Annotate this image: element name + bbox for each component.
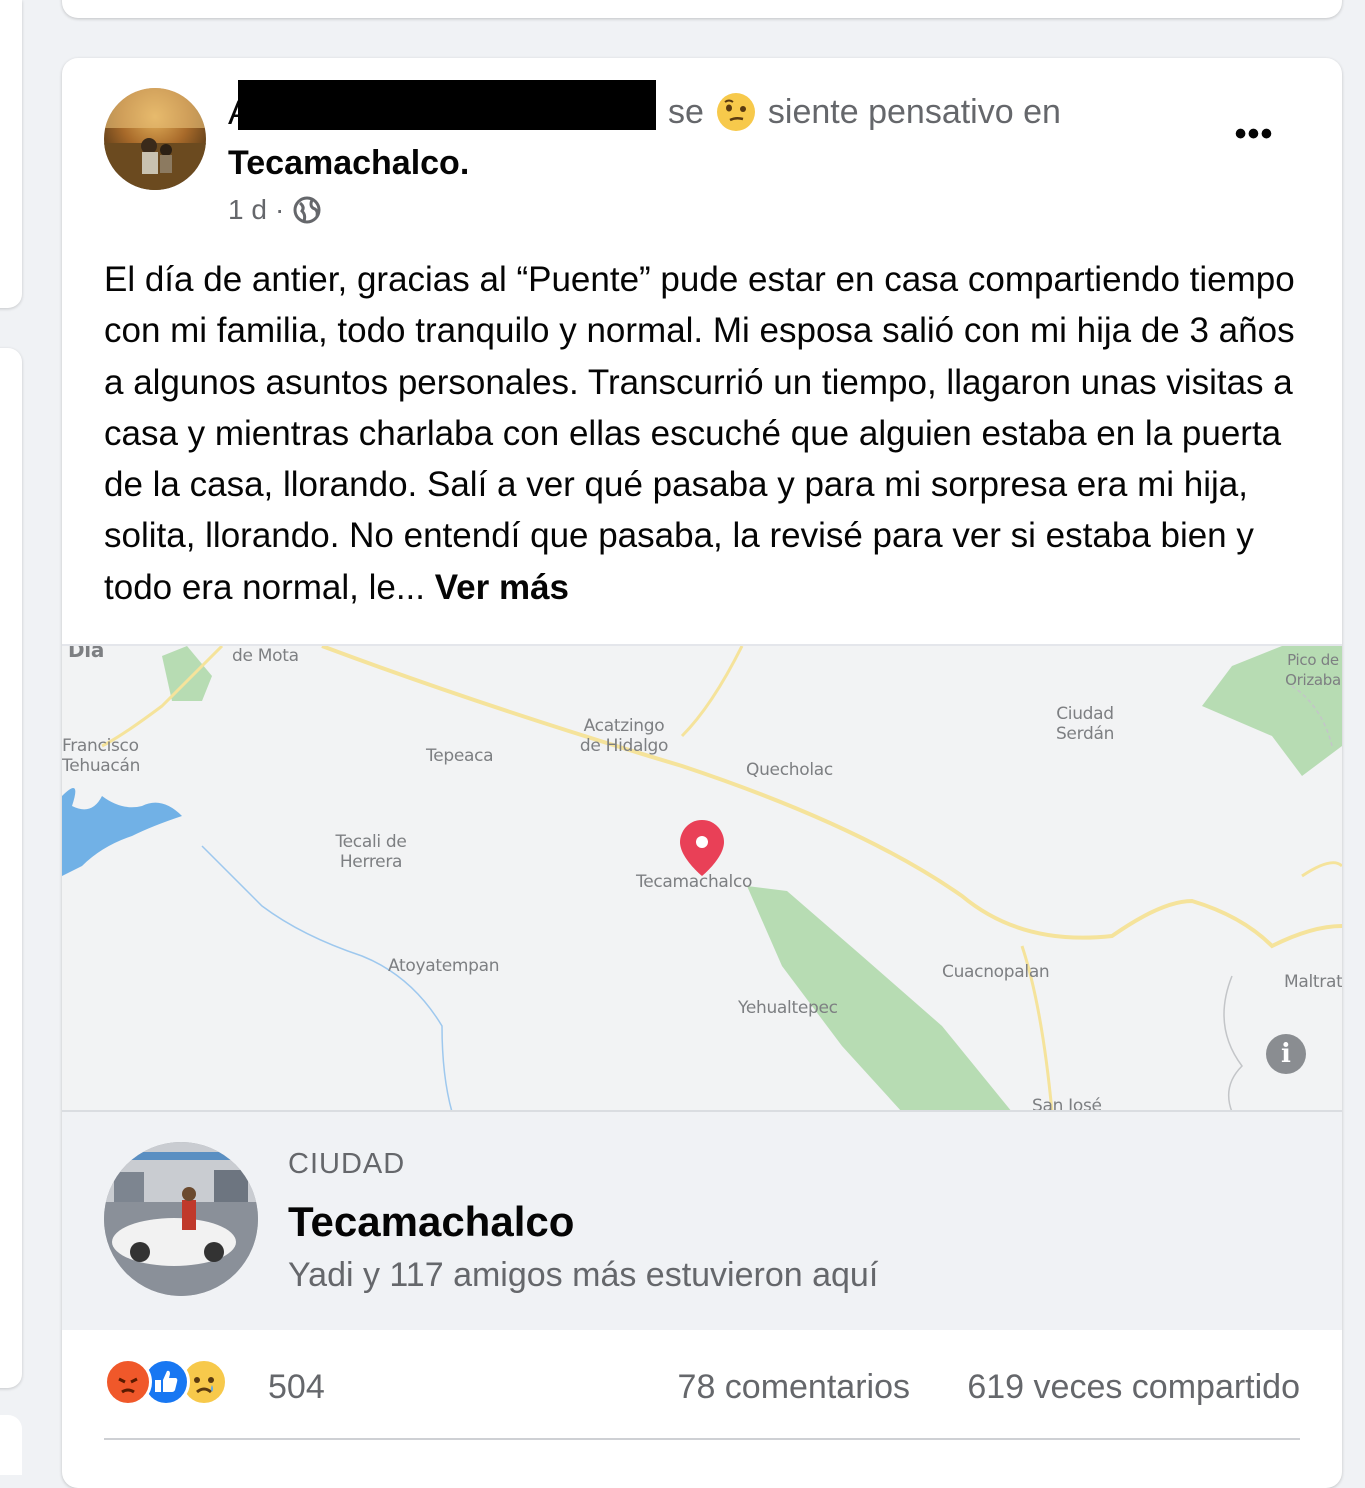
- shares-count-link[interactable]: 619 veces compartido: [967, 1368, 1300, 1407]
- comments-count-link[interactable]: 78 comentarios: [678, 1368, 910, 1407]
- thinking-face-icon: [716, 92, 756, 132]
- map-label: Tecali de Herrera: [335, 832, 407, 872]
- post-stats-bar: 504 78 comentarios 619 veces compartido: [104, 1328, 1300, 1440]
- meta-separator: ·: [274, 194, 285, 225]
- post-body: El día de antier, gracias al “Puente” pu…: [104, 254, 1314, 613]
- angry-reaction-icon: [104, 1358, 152, 1406]
- location-link[interactable]: Tecamachalco.: [228, 144, 469, 183]
- map-label: Cuacnopalan: [942, 962, 1050, 982]
- see-more-link[interactable]: Ver más: [435, 568, 569, 607]
- post-timestamp[interactable]: 1 d: [228, 194, 267, 226]
- left-column-card: [0, 1415, 22, 1475]
- place-type-label: CIUDAD: [288, 1148, 406, 1180]
- post-body-text: El día de antier, gracias al “Puente” pu…: [104, 260, 1295, 607]
- feeling-line: se siente pensativo en: [668, 92, 1061, 132]
- map-label: de Mota: [232, 646, 299, 666]
- map-label: Ciudad Serdán: [1055, 704, 1115, 744]
- feed-post: A se siente pensativo en Tecamachalco. 1…: [62, 58, 1342, 1488]
- map-label: Atoyatempan: [388, 956, 500, 976]
- place-card[interactable]: CIUDAD Tecamachalco Yadi y 117 amigos má…: [62, 1110, 1342, 1330]
- map-info-button[interactable]: i: [1266, 1034, 1306, 1074]
- location-map[interactable]: Día de Mota Pico de Orizaba Francisco Te…: [62, 644, 1342, 1112]
- previous-post-card: [62, 0, 1342, 18]
- map-label: Día: [68, 644, 105, 662]
- reaction-count[interactable]: 504: [268, 1368, 325, 1407]
- map-label: Pico de Orizaba: [1285, 651, 1341, 689]
- map-label: Yehualtepec: [738, 998, 838, 1018]
- left-column-card: [0, 0, 22, 308]
- friends-visited-text: Yadi y 117 amigos más estuvieron aquí: [288, 1256, 879, 1294]
- feeling-text: siente pensativo en: [767, 92, 1061, 131]
- map-label: Maltrata: [1284, 972, 1342, 992]
- map-label: Francisco Tehuacán: [62, 736, 141, 776]
- globe-icon[interactable]: [292, 195, 322, 225]
- feeling-prefix: se: [668, 92, 704, 131]
- more-options-button[interactable]: •••: [1230, 114, 1278, 154]
- place-avatar[interactable]: [104, 1142, 258, 1296]
- map-label: Quecholac: [746, 760, 833, 780]
- place-name[interactable]: Tecamachalco: [288, 1198, 574, 1246]
- map-label: Tecamachalco: [636, 872, 753, 892]
- left-column-card: [0, 348, 22, 1388]
- map-label: Tepeaca: [426, 746, 494, 766]
- redacted-author-name: [238, 80, 656, 130]
- author-avatar[interactable]: [104, 88, 206, 190]
- map-label: Acatzingo de Hidalgo: [579, 716, 669, 756]
- post-meta: 1 d ·: [228, 194, 322, 226]
- reaction-icons[interactable]: [104, 1358, 228, 1406]
